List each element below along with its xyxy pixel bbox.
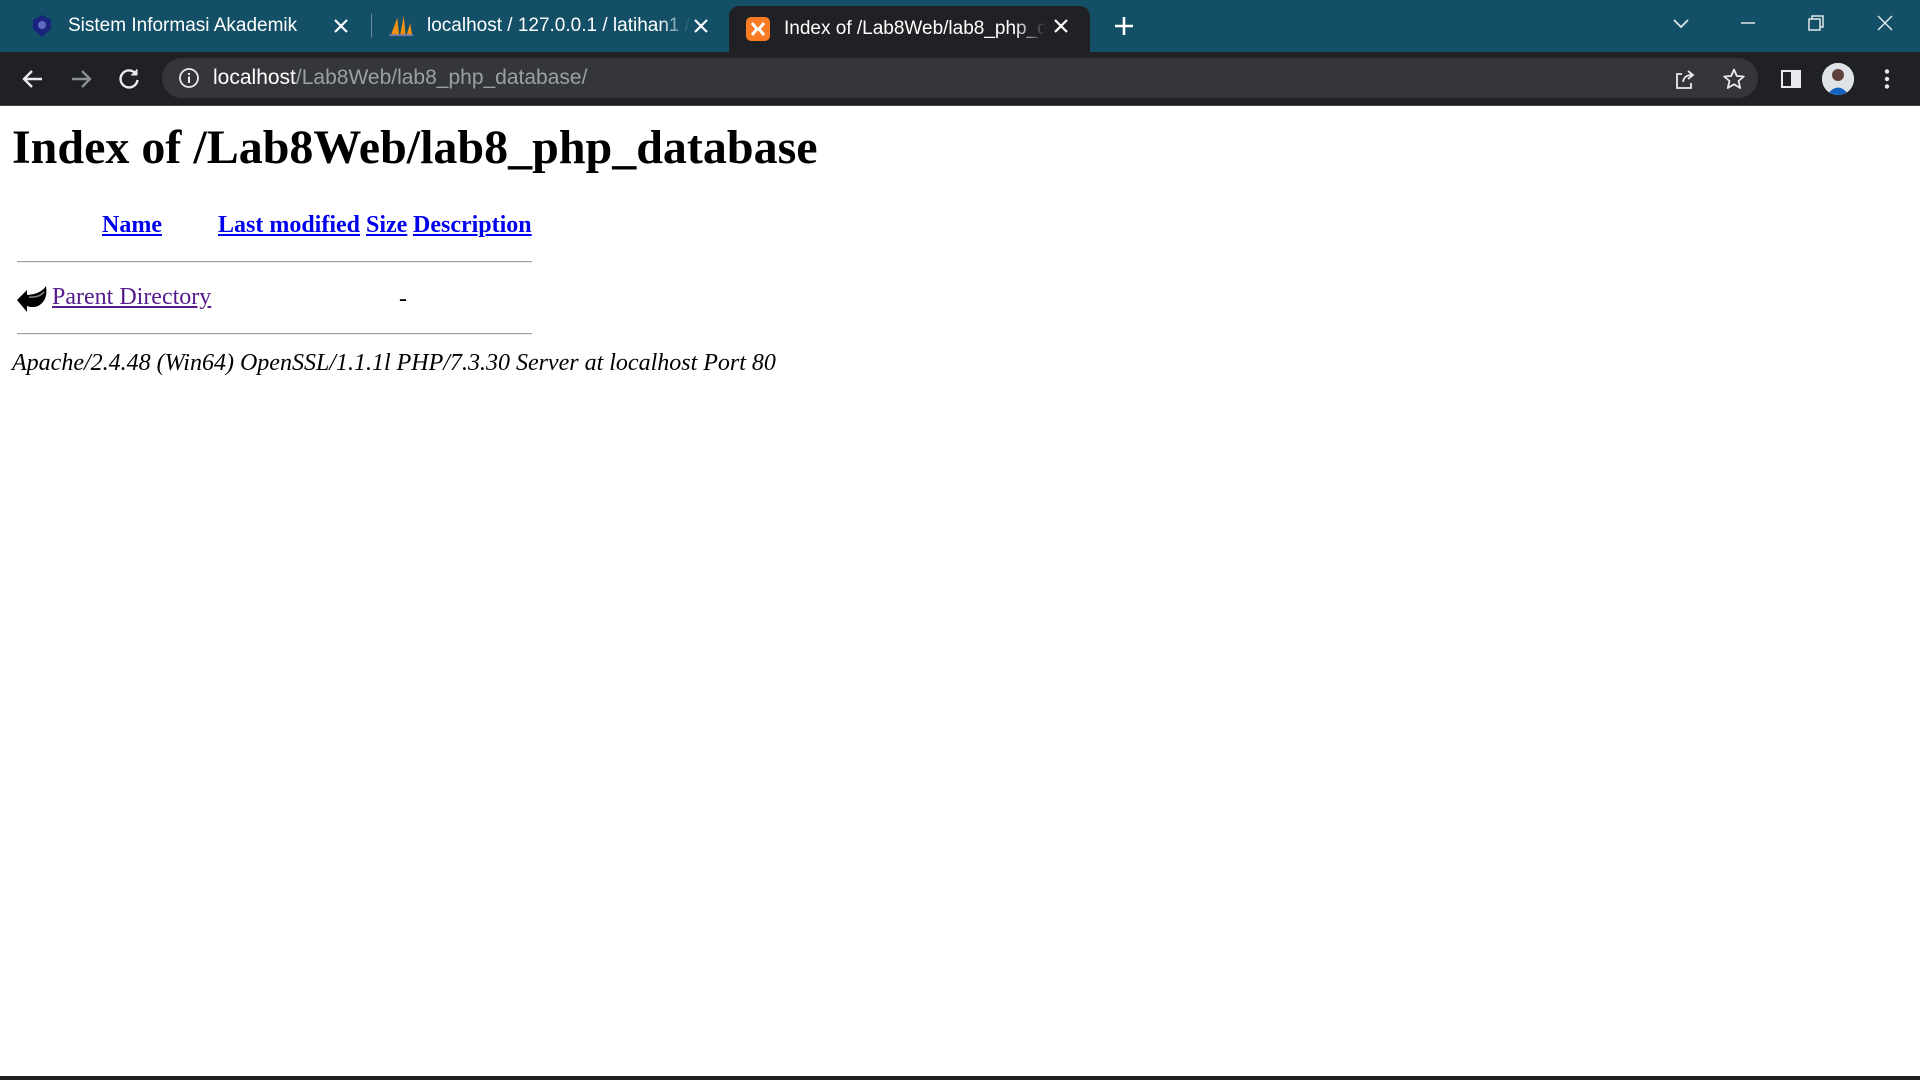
reload-icon	[119, 69, 139, 89]
arrow-left-icon	[22, 70, 42, 88]
column-header-name[interactable]: Name	[102, 212, 162, 239]
page-title: Index of /Lab8Web/lab8_php_database	[12, 121, 818, 174]
arrow-right-icon	[72, 70, 92, 88]
tab-title: localhost / 127.0.0.1 / latihan1 / data	[427, 15, 691, 36]
url-host: localhost	[213, 66, 296, 89]
browser-toolbar: localhost/Lab8Web/lab8_php_database/	[0, 52, 1920, 105]
phpmyadmin-sail-icon	[389, 14, 413, 38]
close-icon	[1877, 15, 1893, 31]
side-panel-icon	[1781, 70, 1801, 88]
close-icon[interactable]	[1050, 15, 1072, 37]
plus-icon	[1115, 17, 1133, 35]
share-icon[interactable]	[1673, 67, 1697, 91]
tab-phpmyadmin[interactable]: localhost / 127.0.0.1 / latihan1 / data	[373, 0, 730, 52]
reload-button[interactable]	[115, 65, 143, 93]
avatar[interactable]	[1822, 63, 1854, 95]
column-header-description[interactable]: Description	[413, 212, 532, 239]
tab-strip: Sistem Informasi Akademik localhost / 12…	[0, 0, 1920, 52]
address-bar[interactable]: localhost/Lab8Web/lab8_php_database/	[162, 58, 1758, 98]
chevron-down-icon	[1673, 19, 1689, 29]
forward-button[interactable]	[67, 65, 95, 93]
divider	[17, 261, 532, 263]
parent-size: -	[399, 286, 407, 312]
server-signature: Apache/2.4.48 (Win64) OpenSSL/1.1.1l PHP…	[12, 350, 776, 376]
university-crest-icon	[30, 14, 54, 38]
tab-search-button[interactable]	[1668, 10, 1694, 36]
tab-title: Sistem Informasi Akademik	[68, 15, 298, 36]
tab-sistem-informasi[interactable]: Sistem Informasi Akademik	[0, 0, 370, 52]
url-path: /Lab8Web/lab8_php_database/	[295, 66, 588, 89]
close-window-button[interactable]	[1872, 10, 1898, 36]
back-button[interactable]	[19, 65, 47, 93]
restore-icon	[1808, 15, 1824, 31]
side-panel-button[interactable]	[1777, 65, 1805, 93]
xampp-icon	[746, 17, 770, 41]
minimize-button[interactable]	[1735, 10, 1761, 36]
more-vert-icon	[1884, 69, 1890, 89]
minimize-icon	[1741, 22, 1755, 24]
close-icon[interactable]	[330, 15, 352, 37]
close-icon[interactable]	[690, 15, 712, 37]
star-icon[interactable]	[1722, 67, 1746, 91]
parent-directory-link[interactable]: Parent Directory	[52, 284, 211, 311]
new-tab-button[interactable]	[1110, 12, 1138, 40]
window-bottom-edge	[0, 1076, 1920, 1080]
tab-index-of[interactable]: Index of /Lab8Web/lab8_php_database	[729, 6, 1090, 52]
restore-button[interactable]	[1803, 10, 1829, 36]
page-content: Index of /Lab8Web/lab8_php_database Name…	[0, 106, 1920, 1076]
tab-separator	[371, 14, 372, 38]
divider	[17, 333, 532, 335]
column-header-last-modified[interactable]: Last modified	[218, 212, 360, 239]
info-icon[interactable]	[178, 67, 200, 89]
menu-button[interactable]	[1873, 65, 1901, 93]
back-arrow-icon	[15, 282, 49, 314]
tab-title: Index of /Lab8Web/lab8_php_database	[784, 18, 1046, 39]
profile-avatar-icon	[1822, 63, 1854, 95]
column-header-size[interactable]: Size	[366, 212, 407, 239]
url-text[interactable]: localhost/Lab8Web/lab8_php_database/	[213, 58, 587, 98]
